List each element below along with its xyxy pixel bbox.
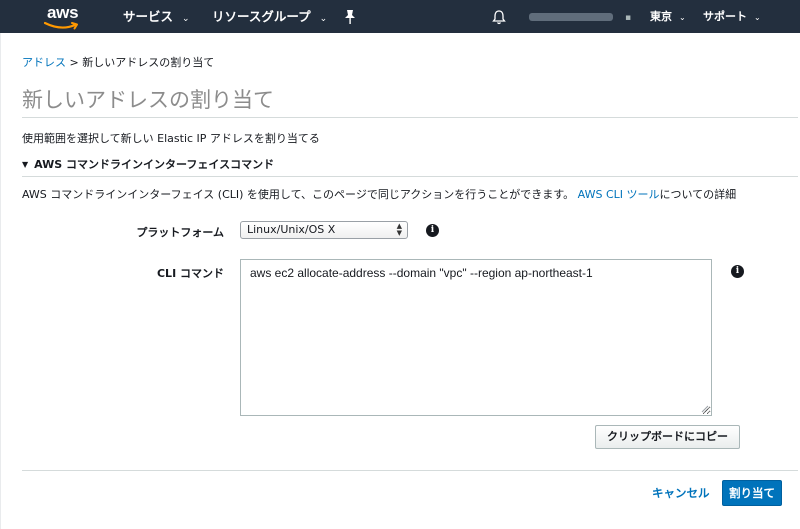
- chevron-down-icon: ⌄: [319, 14, 328, 24]
- aws-cli-tools-link[interactable]: AWS CLI ツール: [578, 188, 660, 201]
- cli-description: AWS コマンドラインインターフェイス (CLI) を使用して、このページで同じ…: [22, 186, 736, 202]
- bell-icon[interactable]: [492, 9, 506, 25]
- triangle-down-icon: ▼: [22, 160, 29, 169]
- resource-groups-menu[interactable]: リソースグループ ⌄: [212, 0, 327, 33]
- page-title: 新しいアドレスの割り当て: [22, 88, 274, 112]
- cli-section-title: AWS コマンドラインインターフェイスコマンド: [34, 158, 275, 171]
- aws-smile-icon: [44, 21, 78, 30]
- support-menu-label: サポート: [703, 10, 747, 23]
- platform-label: プラットフォーム: [136, 226, 224, 239]
- page-edge-divider: [0, 33, 1, 529]
- chevron-down-icon: ⌄: [679, 13, 686, 22]
- account-separator: ▪: [625, 13, 632, 23]
- assign-button[interactable]: 割り当て: [722, 480, 782, 506]
- aws-logo[interactable]: aws: [42, 3, 84, 31]
- select-arrows-icon: ▲ ▼: [396, 222, 402, 237]
- info-icon[interactable]: i: [731, 265, 744, 278]
- footer-divider: [22, 470, 798, 471]
- chevron-down-icon: ⌄: [182, 14, 190, 24]
- title-divider: [22, 117, 798, 118]
- region-menu[interactable]: 東京 ⌄: [650, 0, 686, 33]
- services-menu-label: サービス: [123, 9, 174, 24]
- section-divider: [22, 176, 798, 177]
- pin-icon[interactable]: [343, 9, 357, 25]
- aws-logo-text: aws: [47, 3, 79, 22]
- platform-select-value: Linux/Unix/OS X: [247, 223, 336, 236]
- cli-command-label: CLI コマンド: [156, 267, 224, 280]
- resize-grip-icon[interactable]: [701, 405, 709, 413]
- support-menu[interactable]: サポート ⌄: [703, 0, 761, 33]
- region-menu-label: 東京: [650, 10, 672, 23]
- services-menu[interactable]: サービス ⌄: [123, 0, 190, 33]
- cli-command-text: aws ec2 allocate-address --domain "vpc" …: [250, 266, 593, 280]
- info-icon[interactable]: i: [426, 224, 439, 237]
- copy-to-clipboard-button[interactable]: クリップボードにコピー: [595, 425, 740, 449]
- chevron-down-icon: ⌄: [754, 13, 761, 22]
- account-menu[interactable]: [529, 13, 613, 21]
- cancel-button[interactable]: キャンセル: [652, 485, 710, 501]
- breadcrumb-link-addresses[interactable]: アドレス: [22, 56, 66, 69]
- cli-section-toggle[interactable]: ▼ AWS コマンドラインインターフェイスコマンド: [22, 156, 274, 172]
- breadcrumb: アドレス > 新しいアドレスの割り当て: [22, 54, 214, 70]
- cli-description-text: AWS コマンドラインインターフェイス (CLI) を使用して、このページで同じ…: [22, 188, 575, 201]
- cli-description-suffix: についての詳細: [659, 188, 737, 201]
- breadcrumb-current: 新しいアドレスの割り当て: [82, 56, 215, 69]
- page-description: 使用範囲を選択して新しい Elastic IP アドレスを割り当てる: [22, 132, 320, 145]
- breadcrumb-separator: >: [69, 56, 79, 69]
- resource-groups-menu-label: リソースグループ: [212, 9, 311, 24]
- cli-command-textarea[interactable]: aws ec2 allocate-address --domain "vpc" …: [240, 259, 712, 416]
- top-navigation-bar: aws サービス ⌄ リソースグループ ⌄ ▪ 東京 ⌄ サポート ⌄: [0, 0, 800, 33]
- platform-select[interactable]: Linux/Unix/OS X ▲ ▼: [240, 221, 408, 239]
